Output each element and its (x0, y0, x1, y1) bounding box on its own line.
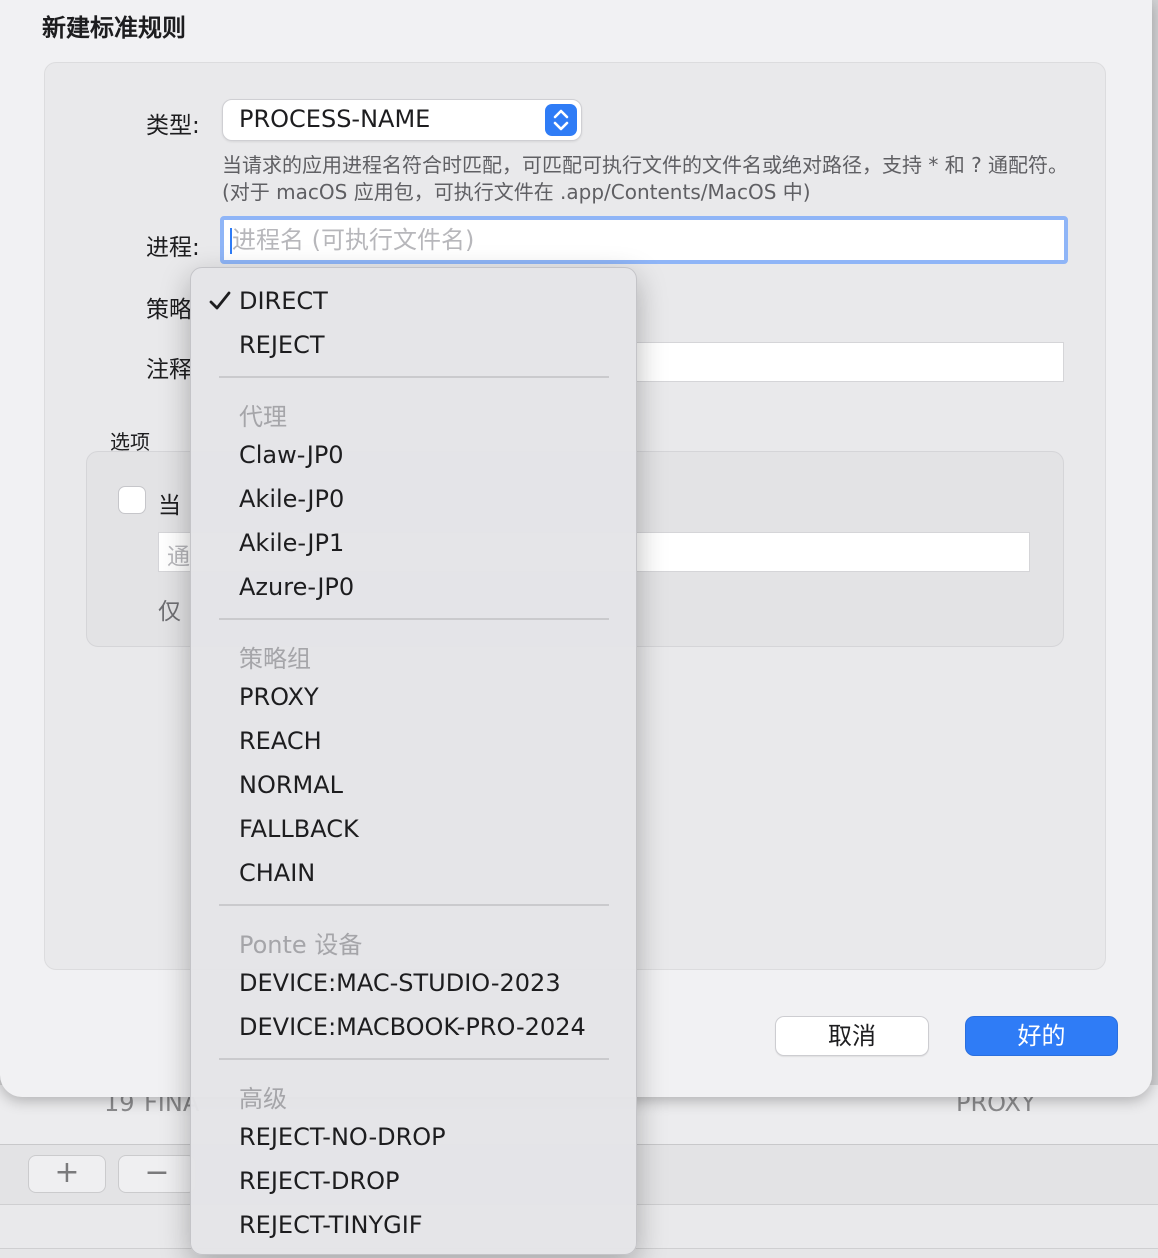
chevron-updown-icon (545, 104, 577, 136)
menu-separator (219, 904, 609, 906)
menu-item-proxy[interactable]: Claw-JP0 (239, 441, 344, 469)
menu-item-group[interactable]: CHAIN (239, 859, 315, 887)
option-checkbox[interactable] (118, 486, 146, 514)
menu-item-proxy[interactable]: Akile-JP1 (239, 529, 344, 557)
menu-item-proxy[interactable]: Azure-JP0 (239, 573, 354, 601)
menu-item-group[interactable]: REACH (239, 727, 322, 755)
menu-separator (219, 618, 609, 620)
menu-item-group[interactable]: FALLBACK (239, 815, 359, 843)
menu-item-advanced[interactable]: REJECT-DROP (239, 1167, 399, 1195)
option-note: 仅 (158, 599, 181, 625)
comment-label: 注释 (146, 357, 192, 383)
policy-label: 策略 (146, 297, 192, 323)
menu-item-advanced[interactable]: REJECT-TINYGIF (239, 1211, 423, 1239)
option-input-placeholder: 通 (167, 544, 190, 570)
ok-button[interactable]: 好的 (965, 1016, 1118, 1056)
type-popup-button[interactable]: PROCESS-NAME (222, 99, 582, 141)
menu-header-policy-group: 策略组 (239, 645, 311, 673)
cancel-button[interactable]: 取消 (775, 1016, 929, 1056)
menu-item-advanced[interactable]: REJECT-NO-DROP (239, 1123, 446, 1151)
remove-rule-button[interactable]: − (118, 1155, 196, 1193)
option-checkbox-label: 当 (158, 493, 181, 519)
menu-header-ponte: Ponte 设备 (239, 931, 363, 959)
menu-item-direct[interactable]: DIRECT (239, 287, 328, 315)
menu-separator (219, 1058, 609, 1060)
menu-item-reject[interactable]: REJECT (239, 331, 325, 359)
menu-item-device[interactable]: DEVICE:MAC-STUDIO-2023 (239, 969, 561, 997)
menu-item-proxy[interactable]: Akile-JP0 (239, 485, 344, 513)
process-label: 进程: (146, 235, 200, 261)
add-rule-button[interactable]: + (28, 1155, 106, 1193)
policy-dropdown-menu: DIRECT REJECT 代理 Claw-JP0 Akile-JP0 Akil… (190, 267, 637, 1255)
sheet-title: 新建标准规则 (42, 14, 186, 42)
type-popup-value: PROCESS-NAME (239, 105, 431, 133)
menu-item-device[interactable]: DEVICE:MACBOOK-PRO-2024 (239, 1013, 586, 1041)
menu-item-group[interactable]: PROXY (239, 683, 319, 711)
process-input-wrapper (220, 216, 1068, 264)
type-help-text: 当请求的应用进程名符合时匹配，可匹配可执行文件的文件名或绝对路径，支持 * 和 … (222, 153, 1069, 204)
menu-header-advanced: 高级 (239, 1085, 287, 1113)
checkmark-icon (209, 290, 231, 316)
menu-item-group[interactable]: NORMAL (239, 771, 343, 799)
process-input[interactable] (232, 223, 1052, 257)
comment-input[interactable] (636, 342, 1064, 382)
menu-header-proxy: 代理 (239, 403, 287, 431)
menu-separator (219, 376, 609, 378)
type-label: 类型: (146, 113, 200, 139)
